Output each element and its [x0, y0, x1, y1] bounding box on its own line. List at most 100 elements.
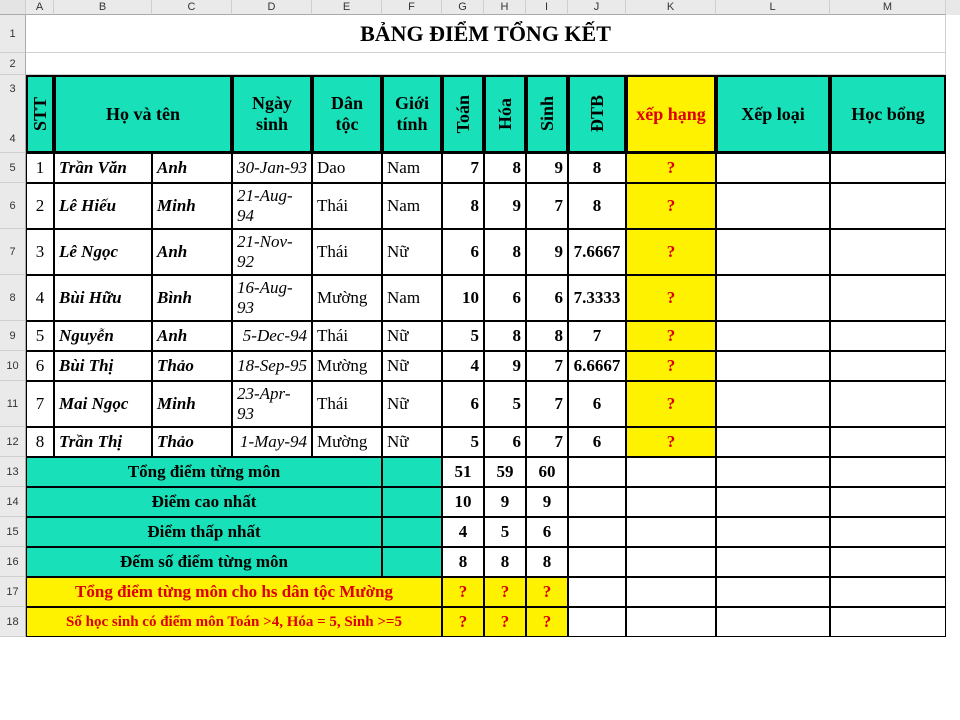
th-toan[interactable]: Toán — [442, 75, 484, 153]
cell-xephang[interactable]: ? — [626, 153, 716, 183]
summary-val[interactable]: ? — [526, 577, 568, 607]
summary-label[interactable]: Điểm cao nhất — [26, 487, 382, 517]
row-header[interactable]: 7 — [0, 229, 26, 275]
summary-val[interactable]: 8 — [484, 547, 526, 577]
cell-lastname[interactable]: Trần Văn — [54, 153, 152, 183]
cell-dtb[interactable]: 8 — [568, 183, 626, 229]
cell-ethnic[interactable]: Dao — [312, 153, 382, 183]
empty-cell[interactable] — [26, 53, 946, 75]
cell-lastname[interactable]: Trần Thị — [54, 427, 152, 457]
cell-dtb[interactable]: 7.3333 — [568, 275, 626, 321]
cell-ethnic[interactable]: Mường — [312, 275, 382, 321]
empty-cell[interactable] — [716, 457, 830, 487]
empty-cell[interactable] — [382, 517, 442, 547]
cell-xeploai[interactable] — [716, 381, 830, 427]
empty-cell[interactable] — [626, 457, 716, 487]
empty-cell[interactable] — [716, 487, 830, 517]
row-header[interactable]: 1 — [0, 15, 26, 53]
col-header[interactable]: E — [312, 0, 382, 15]
cell-xeploai[interactable] — [716, 427, 830, 457]
cell-sinh[interactable]: 7 — [526, 427, 568, 457]
row-header[interactable]: 9 — [0, 321, 26, 351]
col-header[interactable]: H — [484, 0, 526, 15]
cell-hoa[interactable]: 6 — [484, 275, 526, 321]
empty-cell[interactable] — [830, 547, 946, 577]
col-header[interactable]: K — [626, 0, 716, 15]
cell-dob[interactable]: 1-May-94 — [232, 427, 312, 457]
empty-cell[interactable] — [568, 457, 626, 487]
empty-cell[interactable] — [830, 517, 946, 547]
cell-xeploai[interactable] — [716, 153, 830, 183]
cell-hoa[interactable]: 6 — [484, 427, 526, 457]
th-hoten[interactable]: Họ và tên — [54, 75, 232, 153]
empty-cell[interactable] — [382, 487, 442, 517]
empty-cell[interactable] — [626, 487, 716, 517]
cell-stt[interactable]: 1 — [26, 153, 54, 183]
cell-hocbong[interactable] — [830, 275, 946, 321]
cell-sex[interactable]: Nữ — [382, 351, 442, 381]
cell-toan[interactable]: 5 — [442, 427, 484, 457]
cell-sex[interactable]: Nữ — [382, 321, 442, 351]
cell-sinh[interactable]: 7 — [526, 381, 568, 427]
cell-xephang[interactable]: ? — [626, 229, 716, 275]
cell-lastname[interactable]: Mai Ngọc — [54, 381, 152, 427]
page-title[interactable]: BẢNG ĐIỂM TỔNG KẾT — [26, 15, 946, 53]
cell-xeploai[interactable] — [716, 229, 830, 275]
cell-xephang[interactable]: ? — [626, 275, 716, 321]
cell-firstname[interactable]: Anh — [152, 321, 232, 351]
cell-lastname[interactable]: Bùi Thị — [54, 351, 152, 381]
summary-val[interactable]: ? — [484, 577, 526, 607]
cell-sex[interactable]: Nữ — [382, 229, 442, 275]
cell-hoa[interactable]: 8 — [484, 153, 526, 183]
cell-firstname[interactable]: Thảo — [152, 427, 232, 457]
cell-dob[interactable]: 18-Sep-95 — [232, 351, 312, 381]
summary-val[interactable]: ? — [442, 577, 484, 607]
row-header[interactable]: 12 — [0, 427, 26, 457]
empty-cell[interactable] — [568, 517, 626, 547]
cell-stt[interactable]: 5 — [26, 321, 54, 351]
cell-hoa[interactable]: 8 — [484, 321, 526, 351]
col-header[interactable]: J — [568, 0, 626, 15]
cell-xeploai[interactable] — [716, 321, 830, 351]
cell-dtb[interactable]: 7.6667 — [568, 229, 626, 275]
cell-dob[interactable]: 21-Aug-94 — [232, 183, 312, 229]
cell-toan[interactable]: 5 — [442, 321, 484, 351]
row-header[interactable]: 15 — [0, 517, 26, 547]
cell-sex[interactable]: Nam — [382, 275, 442, 321]
empty-cell[interactable] — [716, 607, 830, 637]
cell-hoa[interactable]: 8 — [484, 229, 526, 275]
th-gioitinh[interactable]: Giới tính — [382, 75, 442, 153]
empty-cell[interactable] — [626, 547, 716, 577]
cell-sinh[interactable]: 6 — [526, 275, 568, 321]
empty-cell[interactable] — [568, 487, 626, 517]
cell-hoa[interactable]: 9 — [484, 183, 526, 229]
cell-toan[interactable]: 8 — [442, 183, 484, 229]
cell-dob[interactable]: 23-Apr-93 — [232, 381, 312, 427]
cell-firstname[interactable]: Minh — [152, 183, 232, 229]
cell-xephang[interactable]: ? — [626, 321, 716, 351]
empty-cell[interactable] — [568, 577, 626, 607]
th-dantoc[interactable]: Dân tộc — [312, 75, 382, 153]
summary-val[interactable]: 8 — [526, 547, 568, 577]
cell-sinh[interactable]: 7 — [526, 183, 568, 229]
summary-val[interactable]: 60 — [526, 457, 568, 487]
cell-lastname[interactable]: Lê Hiếu — [54, 183, 152, 229]
cell-stt[interactable]: 3 — [26, 229, 54, 275]
row-header[interactable]: 13 — [0, 457, 26, 487]
cell-sex[interactable]: Nam — [382, 153, 442, 183]
cell-firstname[interactable]: Thảo — [152, 351, 232, 381]
th-xephang[interactable]: xếp hạng — [626, 75, 716, 153]
row-header[interactable]: 11 — [0, 381, 26, 427]
empty-cell[interactable] — [626, 517, 716, 547]
col-header[interactable]: B — [54, 0, 152, 15]
row-header[interactable]: 14 — [0, 487, 26, 517]
cell-dtb[interactable]: 6.6667 — [568, 351, 626, 381]
cell-ethnic[interactable]: Thái — [312, 229, 382, 275]
col-header[interactable]: C — [152, 0, 232, 15]
cell-stt[interactable]: 7 — [26, 381, 54, 427]
col-header[interactable]: F — [382, 0, 442, 15]
row-header[interactable]: 17 — [0, 577, 26, 607]
summary-val[interactable]: 51 — [442, 457, 484, 487]
cell-hoa[interactable]: 5 — [484, 381, 526, 427]
cell-sinh[interactable]: 9 — [526, 229, 568, 275]
